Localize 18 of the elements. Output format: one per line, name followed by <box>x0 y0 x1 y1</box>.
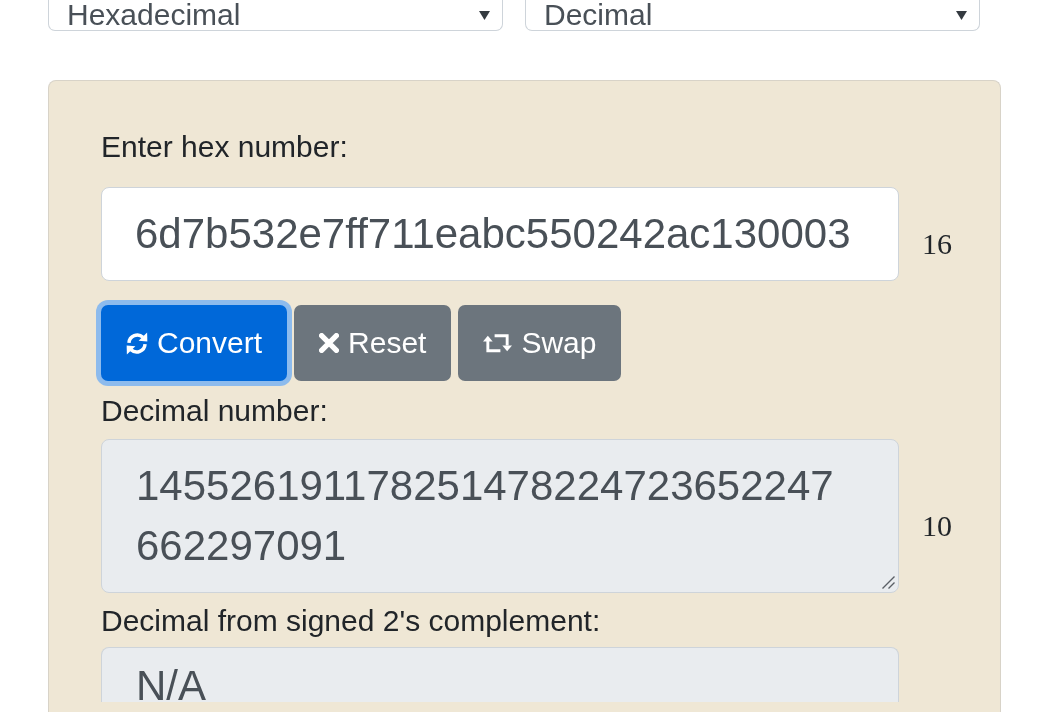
refresh-icon <box>126 331 148 355</box>
cross-icon <box>319 333 340 353</box>
swap-button[interactable]: Swap <box>458 305 622 381</box>
swap-arrows-icon <box>483 333 513 353</box>
conversion-select[interactable]: Decimal <box>525 0 980 31</box>
hex-input-field[interactable]: 6d7b532e7ff711eabc550242ac130003 <box>101 187 899 281</box>
caret-icon <box>479 10 490 20</box>
output-textarea[interactable]: 145526191178251478224723652247662297091 <box>101 439 899 593</box>
caret-icon <box>956 10 967 20</box>
base-label: 16 <box>922 226 952 261</box>
reset-button[interactable]: Reset <box>294 305 452 381</box>
base-label: 10 <box>922 508 952 543</box>
field-label: Decimal from signed 2's complement: <box>101 603 602 639</box>
output-textarea[interactable]: N/A <box>101 647 899 702</box>
field-label: Decimal number: <box>101 393 329 429</box>
field-label: Enter hex number: <box>101 129 349 165</box>
resize-handle-icon <box>881 575 895 589</box>
conversion-select[interactable]: Hexadecimal <box>48 0 503 31</box>
